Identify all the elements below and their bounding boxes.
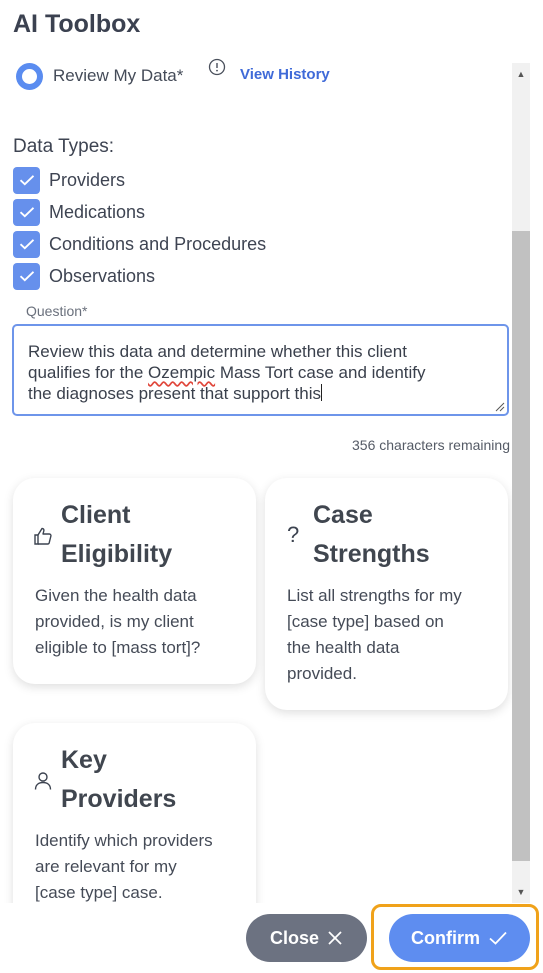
checkbox-checked-icon[interactable] xyxy=(13,166,40,194)
close-icon xyxy=(328,931,342,945)
card-description: List all strengths for my [case type] ba… xyxy=(287,586,462,683)
card-title: Case Strengths xyxy=(313,501,430,568)
data-type-observations[interactable]: Observations xyxy=(13,262,155,290)
scroll-up-arrow-icon[interactable]: ▲ xyxy=(512,65,530,83)
radio-selected-icon[interactable] xyxy=(16,62,43,90)
data-type-providers[interactable]: Providers xyxy=(13,166,125,194)
review-my-data-label: Review My Data* xyxy=(53,66,184,85)
person-icon xyxy=(34,772,52,790)
checkbox-checked-icon[interactable] xyxy=(13,198,40,226)
scroll-content[interactable]: Review My Data* View History Data Types:… xyxy=(0,58,512,903)
spellcheck-word: Ozempic xyxy=(148,363,216,382)
card-description: Identify which providers are relevant fo… xyxy=(35,831,213,902)
scroll-down-arrow-icon[interactable]: ▼ xyxy=(512,883,530,901)
confirm-button[interactable]: Confirm xyxy=(389,914,530,962)
vertical-scrollbar[interactable]: ▲ ▼ xyxy=(512,63,530,903)
data-type-label: Providers xyxy=(49,169,126,190)
review-my-data-option[interactable]: Review My Data* xyxy=(16,62,183,90)
panel-title: AI Toolbox xyxy=(13,10,141,38)
question-text-line: the diagnoses present that support this xyxy=(28,384,322,403)
close-button[interactable]: Close xyxy=(246,914,367,962)
card-title: Client Eligibility xyxy=(61,501,173,568)
question-text-line: Review this data and determine whether t… xyxy=(28,342,407,361)
question-text-line: qualifies for the Ozempic Mass Tort case… xyxy=(28,363,426,382)
card-key-providers[interactable]: Key Providers Identify which providers a… xyxy=(13,723,256,903)
data-type-label: Conditions and Procedures xyxy=(49,233,267,254)
view-history-link[interactable]: View History xyxy=(240,66,330,83)
question-icon: ? xyxy=(287,522,300,547)
info-icon[interactable] xyxy=(208,58,226,76)
resize-handle-icon[interactable] xyxy=(495,402,505,412)
check-icon xyxy=(489,931,507,945)
question-label: Question* xyxy=(26,303,88,319)
text-cursor xyxy=(320,384,322,401)
characters-remaining: 356 characters remaining xyxy=(352,437,510,453)
thumbs-up-icon xyxy=(34,527,52,545)
card-title: Key Providers xyxy=(61,746,177,813)
data-type-label: Observations xyxy=(49,265,156,286)
scrollbar-thumb[interactable] xyxy=(512,231,530,861)
question-textarea[interactable]: Review this data and determine whether t… xyxy=(12,324,509,416)
data-types-label: Data Types: xyxy=(13,136,115,157)
checkbox-checked-icon[interactable] xyxy=(13,230,40,258)
card-description: Given the health data provided, is my cl… xyxy=(35,586,201,657)
data-type-medications[interactable]: Medications xyxy=(13,198,145,226)
data-type-label: Medications xyxy=(49,201,146,222)
checkbox-checked-icon[interactable] xyxy=(13,262,40,290)
data-type-conditions[interactable]: Conditions and Procedures xyxy=(13,230,266,258)
card-case-strengths[interactable]: ? Case Strengths List all strengths for … xyxy=(265,478,508,710)
card-client-eligibility[interactable]: Client Eligibility Given the health data… xyxy=(13,478,256,684)
